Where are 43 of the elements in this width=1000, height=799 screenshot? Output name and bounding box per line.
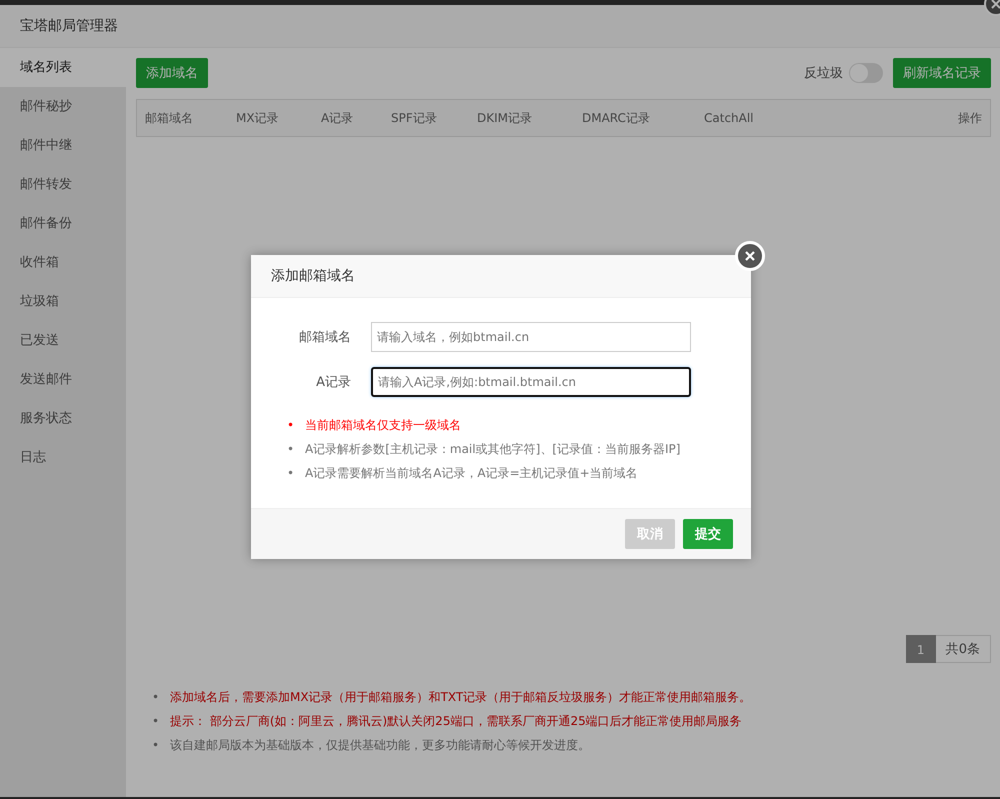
bullet-mark: • — [152, 737, 160, 754]
hint-text: 当前邮箱域名仅支持一级域名 — [305, 417, 461, 434]
sidebar-item[interactable]: 邮件备份 — [0, 204, 126, 243]
column-header: CatchAll — [704, 111, 754, 125]
bullet-mark: • — [152, 713, 160, 730]
column-header: 操作 — [958, 110, 982, 126]
column-header: MX记录 — [236, 110, 279, 126]
input-field[interactable]: 请输入A记录,例如:btmail.btmail.cn — [371, 367, 691, 397]
hint-text: A记录需要解析当前域名A记录，A记录=主机记录值+当前域名 — [305, 465, 638, 482]
antispam-toggle[interactable] — [849, 63, 883, 83]
window-title: 宝塔邮局管理器 — [20, 17, 118, 35]
page-number[interactable]: 1 — [906, 635, 936, 663]
sidebar-item[interactable]: 发送邮件 — [0, 360, 126, 399]
column-header: DMARC记录 — [582, 110, 650, 126]
bullet-mark: • — [152, 689, 160, 706]
antispam-label: 反垃圾 — [804, 65, 843, 82]
column-header: SPF记录 — [391, 110, 437, 126]
column-header: DKIM记录 — [477, 110, 532, 126]
column-header: 邮箱域名 — [145, 110, 193, 126]
column-header: A记录 — [321, 110, 354, 126]
note-text: 提示： 部分云厂商(如：阿里云，腾讯云)默认关闭25端口，需联系厂商开通25端口后才能正常使用邮局服务 — [170, 713, 742, 730]
submit-button[interactable]: 提交 — [683, 519, 733, 549]
sidebar-item[interactable]: 收件箱 — [0, 243, 126, 282]
hint-text: A记录解析参数[主机记录：mail或其他字符]、[记录值：当前服务器IP] — [305, 441, 680, 458]
sidebar-item[interactable]: 垃圾箱 — [0, 282, 126, 321]
sidebar-item[interactable]: 服务状态 — [0, 399, 126, 438]
note-text: 添加域名后，需要添加MX记录（用于邮箱服务）和TXT记录（用于邮箱反垃圾服务）才能正常使用邮箱服务。 — [170, 689, 752, 706]
sidebar-item[interactable]: 域名列表 — [0, 48, 126, 87]
bullet-mark: • — [287, 417, 296, 434]
total-count: 共0条 — [936, 635, 991, 663]
add-domain-button[interactable]: 添加域名 — [136, 58, 208, 88]
dialog-title: 添加邮箱域名 — [271, 267, 355, 285]
refresh-records-button[interactable]: 刷新域名记录 — [893, 58, 991, 88]
field-label: 邮箱域名 — [298, 329, 351, 346]
sidebar-item[interactable]: 邮件中继 — [0, 126, 126, 165]
sidebar-item[interactable]: 邮件转发 — [0, 165, 126, 204]
bullet-mark: • — [287, 465, 296, 482]
sidebar-item[interactable]: 已发送 — [0, 321, 126, 360]
sidebar-item[interactable]: 邮件秘抄 — [0, 87, 126, 126]
sidebar-item[interactable]: 日志 — [0, 438, 126, 477]
bullet-mark: • — [287, 441, 296, 458]
field-label: A记录 — [315, 374, 351, 391]
note-text: 该自建邮局版本为基础版本，仅提供基础功能，更多功能请耐心等候开发进度。 — [170, 737, 590, 754]
